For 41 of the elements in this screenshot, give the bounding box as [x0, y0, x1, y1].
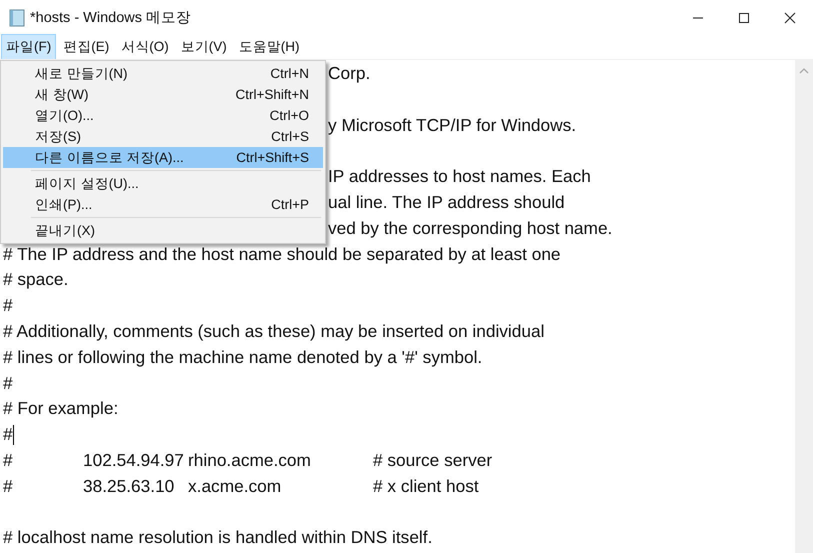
text-line: ual line. The IP address should [328, 190, 565, 214]
menu-item[interactable]: 파일(F) [1, 34, 56, 60]
scroll-up-icon[interactable] [799, 68, 809, 74]
entry-text: rhino.acme.com [188, 448, 312, 472]
text-line: ved by the corresponding host name. [328, 216, 612, 240]
text-line: Corp. [328, 62, 370, 85]
entry-text: x.acme.com [188, 474, 282, 498]
text-line: # lines or following the machine name denoted by a '#' symbol. [3, 346, 482, 369]
text-line: # [3, 294, 13, 318]
menu-item[interactable]: 보기(V) [176, 34, 232, 60]
text-line: # localhost name resolution is handled within DNS itself. [3, 526, 432, 550]
entry-text: # [3, 448, 14, 472]
menu-item[interactable]: 열기(O)... Ctrl+O [3, 105, 323, 126]
scrollbar[interactable] [795, 60, 813, 553]
menu-item[interactable]: 새로 만들기(N) Ctrl+N [3, 63, 323, 84]
menu-item[interactable]: 저장(S) Ctrl+S [3, 126, 323, 147]
entry-text: # source server [373, 448, 492, 472]
menu-item[interactable]: 편집(E) [58, 34, 114, 60]
text-line: # [3, 372, 13, 395]
text-line: # [3, 423, 13, 446]
entry-text: # x client host [373, 474, 479, 498]
close-icon [784, 12, 796, 24]
text-line: # The IP address and the host name should be separated by at least one [3, 242, 561, 266]
menu-item[interactable]: 서식(O) [116, 34, 174, 60]
entry-text: # [3, 474, 14, 498]
maximize-icon [738, 12, 750, 24]
menu-item[interactable]: 도움말(H) [234, 34, 304, 60]
entry-text: 102.54.94.97 [83, 448, 185, 472]
menu-item[interactable]: 페이지 설정(U)... [3, 173, 323, 194]
text-line: IP addresses to host names. Each [328, 165, 591, 188]
notepad-icon [8, 8, 26, 26]
window-title: *hosts - Windows 메모장 [30, 9, 192, 27]
text-line: y Microsoft TCP/IP for Windows. [328, 114, 576, 137]
text-line: # space. [3, 268, 68, 292]
menu-item[interactable]: 다른 이름으로 저장(A)... Ctrl+Shift+S [3, 147, 323, 168]
menu-item[interactable]: 끝내기(X) [3, 220, 323, 241]
text-line: # Additionally, comments (such as these) may be inserted on individual [3, 320, 544, 343]
entry-text: 38.25.63.10 [83, 474, 176, 498]
menu-item[interactable]: 인쇄(P)... Ctrl+P [3, 194, 323, 215]
menu-item[interactable]: 새 창(W) Ctrl+Shift+N [3, 84, 323, 105]
text-line: # For example: [3, 397, 118, 420]
